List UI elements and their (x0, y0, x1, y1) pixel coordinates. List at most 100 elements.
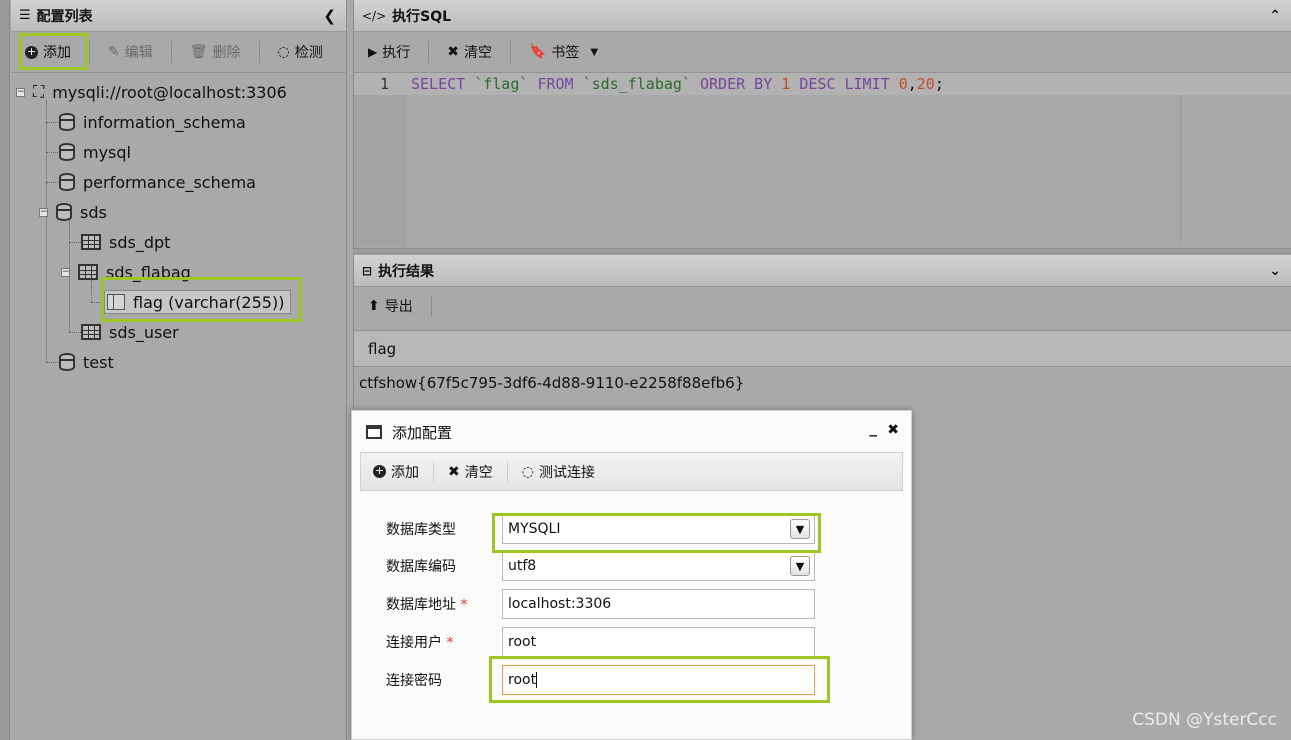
tree-database-node[interactable]: performance_schema (59, 170, 256, 194)
database-icon (59, 173, 75, 191)
close-icon: ✖ (447, 44, 459, 60)
edit-config-button[interactable]: ✎ 编辑 (100, 38, 161, 66)
result-panel-header: ⊟ 执行结果 ⌄ (354, 255, 1291, 287)
caret-down-icon: ▼ (590, 46, 599, 58)
address-label: 数据库地址 * (386, 594, 467, 614)
tree-line (46, 100, 47, 362)
database-label: performance_schema (83, 172, 256, 192)
sql-number: 20 (916, 75, 935, 93)
encoding-label: 数据库编码 (386, 559, 456, 575)
tree-database-node[interactable]: test (59, 350, 114, 374)
tree-database-node[interactable]: mysql (59, 140, 131, 164)
highlight-password (489, 656, 830, 703)
database-icon (59, 143, 75, 161)
print-margin (1180, 95, 1181, 245)
database-label: information_schema (83, 112, 246, 132)
required-mark: * (460, 597, 468, 613)
database-label: test (83, 352, 114, 372)
toolbar-separator (506, 460, 508, 483)
sql-editor[interactable]: 1 SELECT `flag` FROM `sds_flabag` ORDER … (354, 72, 1291, 247)
table-icon (78, 264, 98, 280)
column-header-label: flag (368, 339, 397, 358)
dialog-title: 添加配置 (392, 423, 453, 442)
tree-line (46, 182, 60, 183)
chevron-down-icon[interactable]: ▼ (790, 556, 810, 576)
edit-icon: ✎ (108, 44, 120, 60)
export-label: 导出 (384, 299, 413, 315)
toolbar-separator (428, 41, 430, 63)
dialog-title-bar[interactable]: 添加配置 _ ✖ (352, 411, 911, 453)
toolbar-separator (509, 41, 511, 63)
line-gutter (354, 73, 406, 247)
tree-root-connection[interactable]: − ⛶ mysqli://root@localhost:3306 (16, 80, 287, 104)
play-icon: ▶ (368, 45, 378, 59)
result-cell: ctfshow{67f5c795-3df6-4d88-9110-e2258f88… (359, 374, 745, 392)
bookmark-label: 书签 (551, 45, 580, 61)
connection-label: mysqli://root@localhost:3306 (52, 82, 287, 102)
collapse-toggle-icon[interactable]: − (61, 267, 70, 277)
tree-table-node[interactable]: sds_dpt (81, 230, 170, 254)
toolbar-separator (433, 460, 434, 483)
database-icon (59, 353, 75, 371)
config-list-panel: ☰ 配置列表 ❮ + 添加 ✎ 编辑 🗑 删除 ◌ 检测 − ⛶ mysqli:… (11, 0, 347, 740)
tree-line (69, 242, 81, 243)
panel-splitter[interactable] (353, 248, 1291, 254)
table-label: sds_dpt (109, 232, 171, 252)
sql-identifier: `sds_flabag` (582, 75, 691, 93)
sitemap-icon: ⛶ (33, 82, 45, 101)
chevron-left-icon[interactable]: ❮ (323, 7, 336, 25)
minimize-icon[interactable]: _ (870, 419, 878, 437)
code-icon: </> (362, 8, 387, 23)
bookmark-icon: 🔖 (528, 44, 547, 60)
user-label: 连接用户 * (386, 632, 453, 652)
delete-config-button[interactable]: 🗑 删除 (182, 38, 249, 66)
encoding-select[interactable]: utf8 ▼ (502, 551, 815, 581)
table-label: sds_user (109, 322, 179, 342)
address-input[interactable]: localhost:3306 (502, 589, 815, 619)
collapse-toggle-icon[interactable]: − (16, 87, 25, 97)
dialog-clear-button[interactable]: ✖ 清空 (440, 458, 501, 486)
toolbar-separator (170, 41, 172, 63)
database-label: mysql (83, 142, 131, 162)
test-connection-label: 测试连接 (538, 464, 595, 481)
highlight-flag-column (101, 277, 302, 322)
collapse-toggle-icon[interactable]: − (39, 207, 48, 217)
address-label-text: 数据库地址 (386, 597, 456, 613)
toolbar-separator (430, 295, 432, 317)
execute-button[interactable]: ▶ 执行 (360, 38, 418, 66)
clear-sql-button[interactable]: ✖ 清空 (439, 38, 500, 66)
sql-keyword: SELECT (411, 75, 466, 93)
sql-punct: ; (934, 75, 944, 93)
test-connection-button[interactable]: ◌ 测试连接 (514, 458, 603, 486)
sql-code-line: SELECT `flag` FROM `sds_flabag` ORDER BY… (411, 75, 944, 93)
sql-identifier: `flag` (474, 75, 529, 93)
result-row[interactable]: ctfshow{67f5c795-3df6-4d88-9110-e2258f88… (359, 374, 744, 392)
tree-database-node[interactable]: information_schema (59, 110, 246, 134)
upload-icon: ⬆ (368, 298, 380, 314)
sql-number: 0 (898, 75, 908, 93)
close-icon[interactable]: ✖ (887, 422, 899, 438)
check-config-button[interactable]: ◌ 检测 (270, 38, 331, 66)
result-column-header[interactable]: flag (354, 330, 1291, 367)
highlight-add-button (19, 33, 88, 70)
result-panel-title: 执行结果 (378, 263, 435, 280)
export-button[interactable]: ⬆ 导出 (360, 292, 421, 320)
sql-panel-title: 执行SQL (392, 8, 452, 25)
chevron-up-icon[interactable]: ⌃ (1269, 8, 1281, 24)
bookmark-button[interactable]: 🔖 书签 ▼ (521, 38, 606, 66)
sql-panel: </> 执行SQL ⌃ ▶ 执行 ✖ 清空 🔖 书签 ▼ 1 SELECT `f… (353, 0, 1291, 248)
dialog-add-button[interactable]: + 添加 (365, 458, 427, 486)
chevron-down-icon[interactable]: ⌄ (1269, 263, 1281, 279)
address-value: localhost:3306 (508, 596, 612, 612)
sql-toolbar: ▶ 执行 ✖ 清空 🔖 书签 ▼ (354, 32, 1291, 72)
user-input[interactable]: root (502, 627, 815, 657)
plus-circle-icon: + (373, 464, 386, 478)
sql-punct: , (907, 75, 917, 93)
sql-keyword: ORDER BY (700, 75, 773, 93)
list-icon: ☰ (19, 8, 31, 23)
tree-table-node[interactable]: sds_user (81, 320, 179, 344)
tree-database-node[interactable]: − sds (39, 200, 107, 224)
highlight-db-type (492, 513, 821, 553)
password-label: 连接密码 (386, 673, 442, 689)
dialog-clear-label: 清空 (464, 464, 493, 481)
